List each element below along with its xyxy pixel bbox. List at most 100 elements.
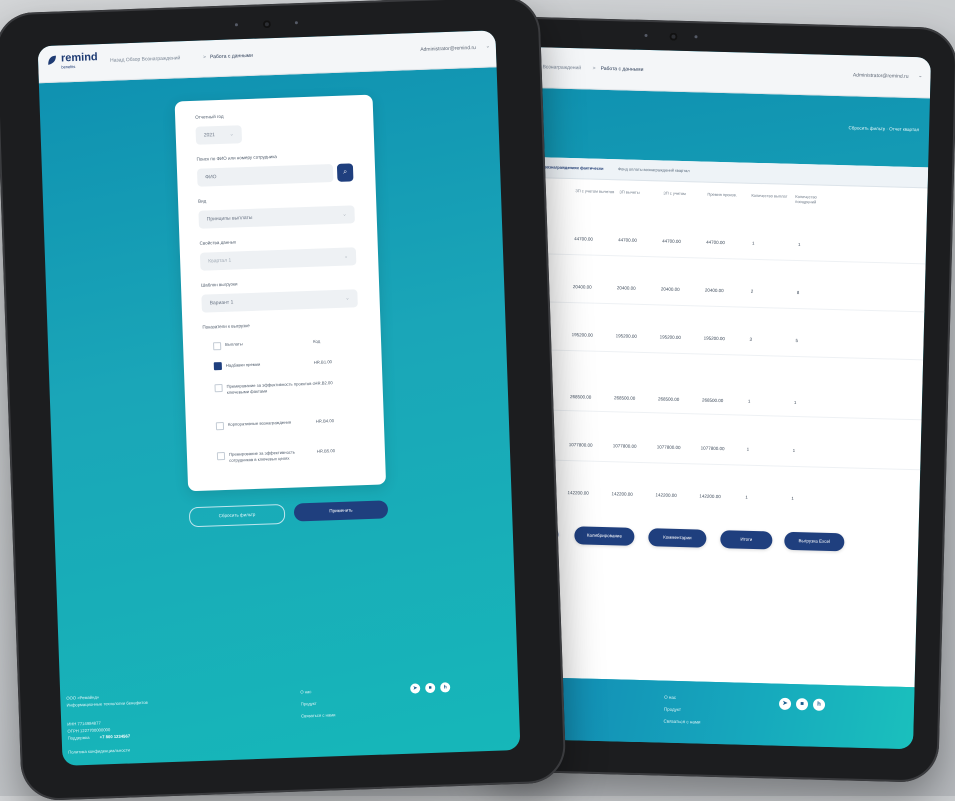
table-cell: 268500.00: [613, 395, 636, 401]
option-checkbox-checked[interactable]: [213, 362, 222, 371]
search-button[interactable]: ⌕: [336, 163, 354, 182]
top-bar: remind benefits Назад Обзор Вознагражден…: [37, 30, 497, 84]
option-text: Премирование за эффективность проектов с…: [226, 380, 315, 395]
table-header[interactable]: Премия произв.: [707, 192, 747, 198]
option-checkbox[interactable]: [214, 384, 223, 393]
tab-fund-quarter[interactable]: Фонд оплаты вознаграждений квартал: [618, 166, 690, 173]
logo-text[interactable]: remind: [61, 51, 98, 64]
apply-button[interactable]: Применить: [293, 500, 389, 522]
template-label: Шаблон выгрузки: [200, 281, 238, 288]
type-label: Вид: [197, 198, 207, 204]
footer-policy-link[interactable]: Политика конфиденциальности: [68, 747, 130, 755]
footer-support-label: Поддержка: [67, 734, 90, 741]
table-cell: 44700.00: [574, 236, 594, 242]
template-value: Вариант 1: [209, 299, 234, 307]
year-label: Отчетный год: [195, 113, 224, 120]
template-select[interactable]: Вариант 1 ⌄: [201, 289, 358, 313]
table-cell: 44700.00: [706, 239, 725, 246]
table-cell: 142200.00: [655, 492, 677, 498]
options-label: Показатели к выгрузке: [202, 323, 250, 330]
option-text: Выплаты: [225, 341, 243, 347]
sensor-dot: [644, 33, 648, 38]
reset-filter-button[interactable]: Сбросить фильтр: [188, 503, 286, 528]
footer-link-product[interactable]: Продукт: [301, 701, 317, 708]
table-cell: 142200.00: [611, 491, 633, 497]
user-chip[interactable]: Administrator@remind.ru: [420, 45, 476, 53]
row-divider: [510, 458, 921, 471]
row-divider: [511, 408, 922, 421]
breadcrumb-current: Работа с данными: [600, 65, 644, 73]
search-label: Поиск по ФИО или номеру сотрудника: [196, 153, 277, 162]
year-select[interactable]: 2021 ⌄: [195, 125, 243, 145]
comments-button[interactable]: Комментарии: [648, 528, 707, 548]
row-divider: [514, 300, 925, 313]
totals-button[interactable]: Итоги: [720, 530, 773, 550]
hh-icon[interactable]: h: [812, 698, 826, 711]
table-header[interactable]: ЗП с учетом вычетов: [575, 188, 615, 194]
export-excel-button[interactable]: Выгрузка Excel: [784, 531, 845, 552]
calibrate-button[interactable]: Калибрирование: [574, 526, 635, 546]
telegram-icon[interactable]: ➤: [778, 697, 792, 710]
table-header[interactable]: Количество выплат: [751, 193, 791, 199]
sensor-dot: [694, 35, 698, 39]
screen-left: remind benefits Назад Обзор Вознагражден…: [37, 30, 521, 766]
tabs-row: Данные о вознаграждениях фактически Фонд…: [517, 156, 929, 189]
user-chip[interactable]: Administrator@remind.ru: [853, 72, 909, 79]
option-checkbox[interactable]: [215, 421, 225, 431]
chat-icon[interactable]: ■: [425, 682, 436, 694]
period-select[interactable]: Квартал 1 ⌄: [199, 247, 357, 271]
chevron-down-icon: ⌄: [342, 211, 347, 218]
table-cell: 1: [746, 446, 750, 452]
table-cell: 1077800.00: [568, 442, 593, 448]
type-select[interactable]: Принципы выплаты ⌄: [198, 205, 355, 229]
table-cell: 1077800.00: [656, 444, 681, 451]
breadcrumb-first[interactable]: Назад Обзор Вознаграждений: [110, 55, 180, 63]
year-value: 2021: [203, 132, 216, 139]
period-value: Квартал 1: [208, 257, 232, 265]
table-header[interactable]: ЗП вычеты: [619, 189, 659, 195]
period-label: Свойства данных: [199, 239, 237, 246]
breadcrumb-separator: >: [202, 54, 207, 61]
table-cell: 195200.00: [659, 334, 681, 340]
chevron-down-icon[interactable]: ⌄: [918, 73, 922, 79]
table-cell: 1: [792, 447, 796, 454]
footer-link-contact[interactable]: Связаться с нами: [301, 712, 336, 719]
search-input[interactable]: ФИО: [196, 164, 334, 187]
type-value: Принципы выплаты: [206, 214, 253, 223]
footer-link-about[interactable]: О нас: [664, 695, 676, 700]
filter-form-card: Отчетный год 2021 ⌄ Поиск по ФИО или ном…: [174, 94, 387, 492]
chevron-down-icon: ⌄: [343, 253, 349, 260]
filter-text[interactable]: Сбросить фильтр · Отчет квартал: [849, 125, 920, 132]
table-cell: 1077800.00: [612, 443, 637, 449]
row-divider: [515, 252, 926, 265]
chat-icon[interactable]: ■: [795, 698, 809, 711]
screen-right: Обзор Вознаграждений > Работа с данными …: [503, 46, 932, 750]
table-cell: 268500.00: [657, 396, 680, 402]
option-checkbox[interactable]: [216, 451, 226, 461]
table-cell: 195200.00: [615, 333, 637, 339]
sensor-dot: [234, 23, 239, 27]
footer-link-about[interactable]: О нас: [300, 689, 311, 695]
table-cell: 1: [745, 494, 749, 500]
telegram-icon[interactable]: ➤: [410, 683, 421, 694]
table-cell: 268500.00: [569, 394, 592, 400]
option-code: HR.B4.00: [315, 418, 335, 424]
table-cell: 20400.00: [704, 287, 724, 294]
search-icon: ⌕: [343, 168, 348, 176]
table-header[interactable]: ЗП с учетом: [663, 190, 703, 196]
table-cell: 1: [791, 495, 795, 501]
breadcrumb-separator: >: [592, 65, 596, 72]
footer-phone[interactable]: +7 800 1234567: [100, 733, 131, 740]
table-header[interactable]: Количество поощрений: [795, 194, 835, 205]
table-cell: 8: [796, 290, 800, 296]
option-checkbox[interactable]: [213, 342, 222, 351]
hh-icon[interactable]: h: [440, 682, 451, 693]
table-cell: 195200.00: [571, 332, 593, 338]
chevron-down-icon[interactable]: ⌄: [486, 43, 490, 49]
table-cell: 1: [747, 398, 751, 404]
option-code: HR.B1.00: [313, 359, 333, 365]
row-divider: [513, 348, 924, 361]
option-code: HR.B2.00: [314, 380, 333, 386]
footer-link-product[interactable]: Продукт: [664, 707, 681, 712]
footer-link-contact[interactable]: Связаться с нами: [663, 719, 700, 725]
